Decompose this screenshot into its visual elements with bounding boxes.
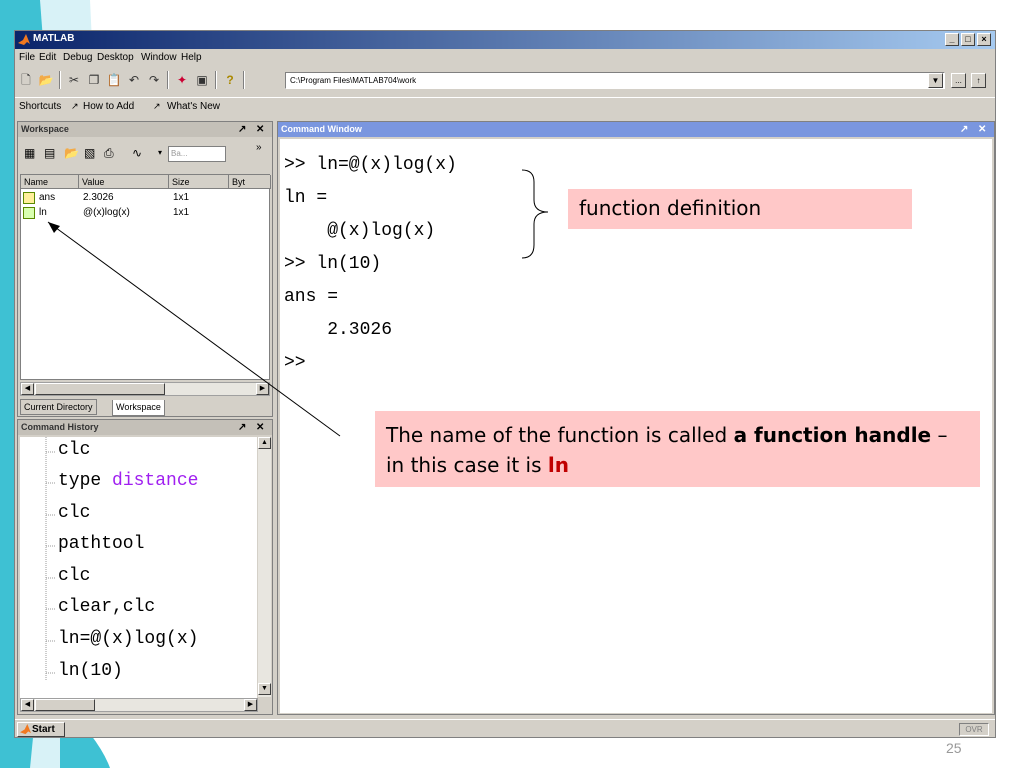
annotation-graphics bbox=[47, 169, 549, 437]
slide: MATLAB _ □ × File Edit Debug Desktop Win… bbox=[0, 0, 1024, 768]
function-definition-callout: function definition bbox=[568, 189, 912, 229]
slide-number: 25 bbox=[946, 740, 962, 756]
function-handle-callout: The name of the function is called a fun… bbox=[375, 411, 980, 487]
